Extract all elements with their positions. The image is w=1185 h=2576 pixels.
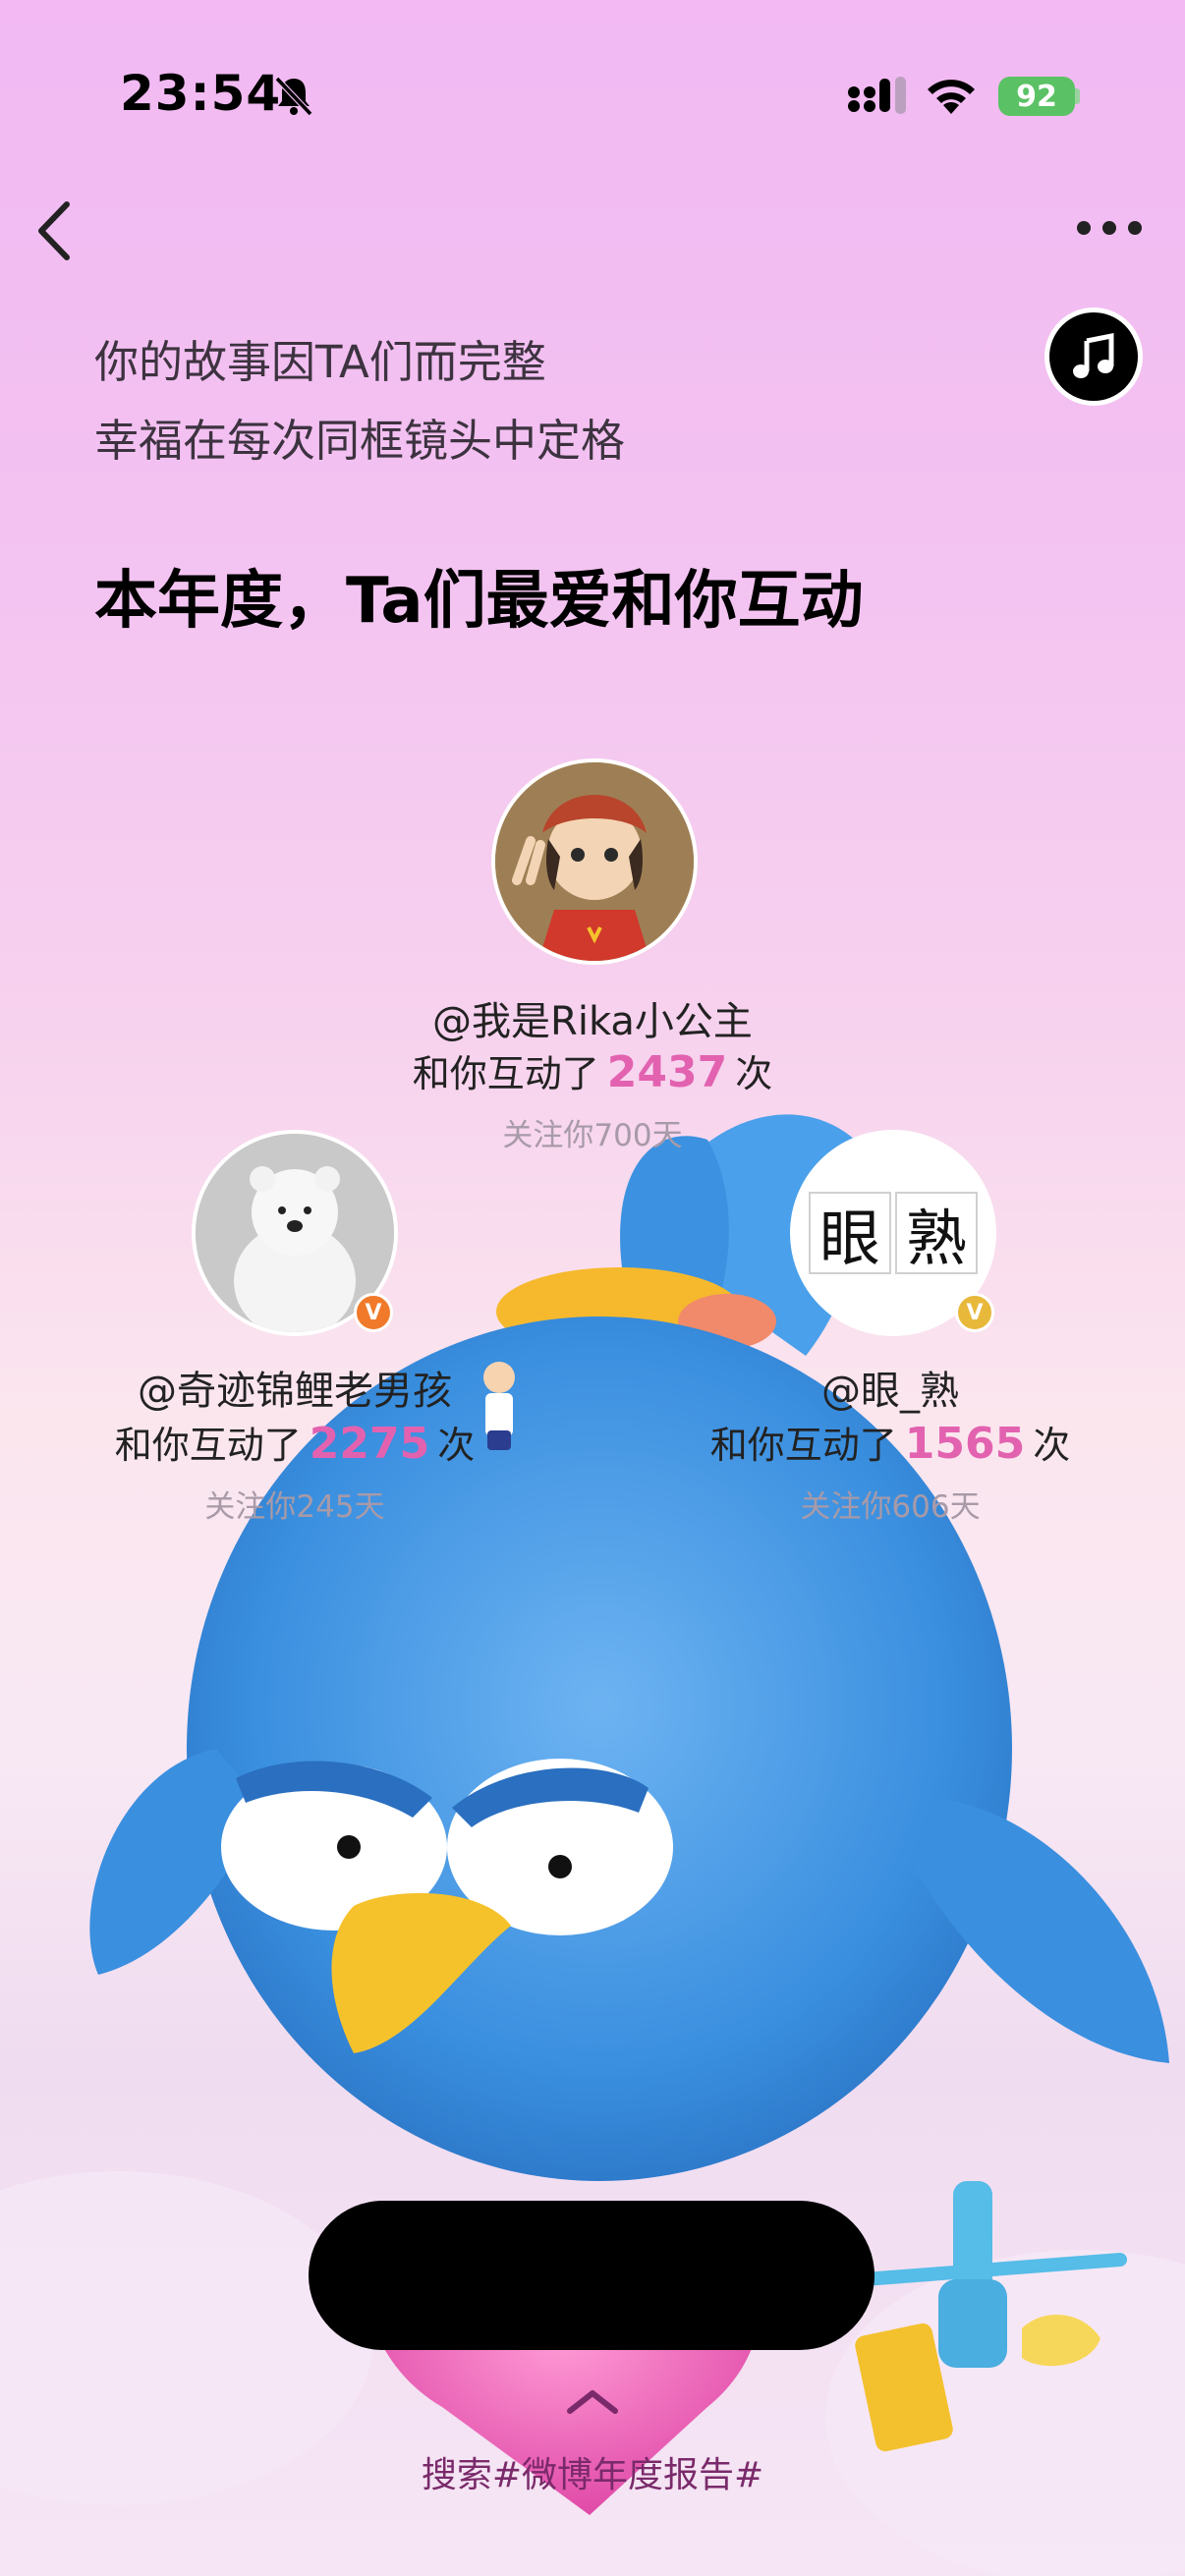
interaction-suffix: 次	[1033, 1424, 1071, 1467]
interaction-prefix: 和你互动了	[114, 1424, 302, 1467]
page-heading: 本年度，Ta们最爱和你互动	[94, 565, 864, 638]
anime-girl-avatar-icon	[495, 762, 694, 961]
verified-badge-icon: V	[955, 1293, 994, 1332]
music-note-icon	[1073, 332, 1114, 378]
interaction-count: 1565	[904, 1419, 1026, 1469]
cellular-signal-icon	[848, 77, 906, 114]
intro-line-1: 你的故事因TA们而完整	[94, 336, 546, 388]
follow-days-user-1: 关注你700天	[502, 1118, 683, 1153]
interaction-user-3: 和你互动了 1565 次	[595, 1415, 1185, 1469]
wifi-icon	[928, 80, 975, 114]
blue-bird-illustration	[0, 1114, 1185, 2576]
verified-badge-icon: V	[354, 1293, 393, 1332]
more-dots-icon[interactable]	[1075, 218, 1144, 238]
interaction-user-1: 和你互动了 2437 次	[298, 1043, 887, 1097]
intro-line-2: 幸福在每次同框镜头中定格	[94, 415, 626, 467]
battery-charging-icon: 92	[998, 77, 1075, 116]
interaction-suffix: 次	[735, 1052, 773, 1095]
interaction-prefix: 和你互动了	[709, 1424, 897, 1467]
username-user-2[interactable]: @奇迹锦鲤老男孩	[0, 1359, 590, 1416]
avatar-char-2: 熟	[895, 1192, 978, 1274]
battery-level: 92	[1016, 79, 1057, 114]
battery-tip	[1075, 88, 1080, 104]
username-user-3[interactable]: @眼_熟	[595, 1359, 1185, 1416]
username-user-1[interactable]: @我是Rika小公主	[298, 989, 887, 1046]
interaction-prefix: 和你互动了	[412, 1052, 599, 1095]
avatar-char-1: 眼	[809, 1192, 891, 1274]
follow-days-user-3: 关注你606天	[800, 1489, 981, 1525]
search-hint[interactable]: 搜索#微博年度报告#	[0, 2446, 1185, 2497]
music-button[interactable]	[1044, 308, 1143, 406]
interaction-user-2: 和你互动了 2275 次	[0, 1415, 590, 1469]
interaction-count: 2437	[606, 1047, 728, 1097]
avatar-user-1[interactable]	[491, 758, 698, 965]
interaction-suffix: 次	[437, 1424, 476, 1467]
status-time: 23:54	[120, 65, 282, 122]
chevron-left-icon[interactable]	[31, 196, 81, 265]
interaction-count: 2275	[309, 1419, 430, 1469]
share-button[interactable]	[309, 2201, 875, 2350]
bell-muted-icon	[274, 76, 313, 117]
follow-days-user-2: 关注你245天	[204, 1489, 385, 1525]
chevron-up-icon[interactable]	[564, 2387, 621, 2417]
